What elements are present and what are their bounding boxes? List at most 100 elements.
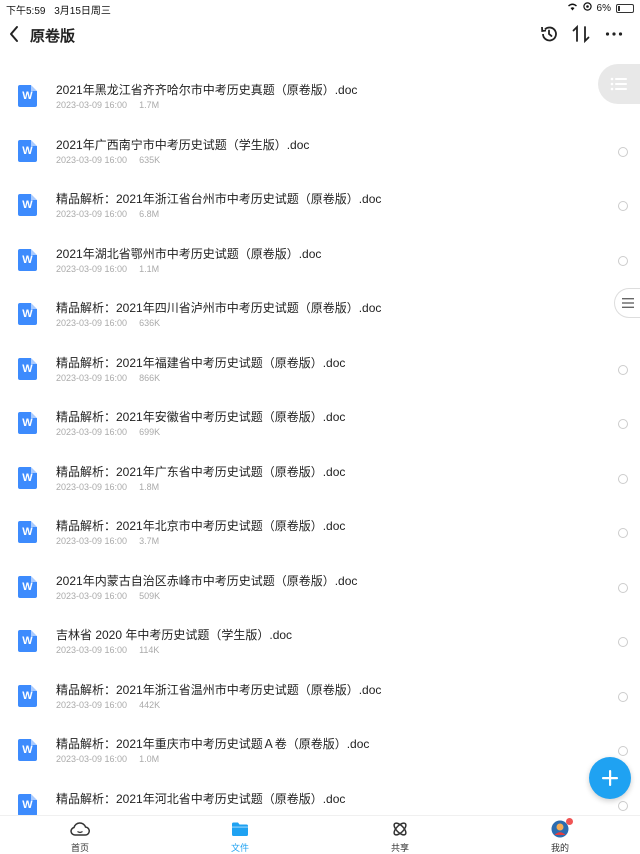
word-doc-icon: W [18,739,37,761]
battery-icon [616,3,634,13]
status-time: 下午5:59 [6,6,46,17]
word-doc-icon: W [18,194,37,216]
file-meta: 2023-03-09 16:00 635K [56,155,160,165]
file-row[interactable]: W 精品解析：2021年四川省泸州市中考历史试题（原卷版）.doc 2023-0… [0,291,640,346]
file-size: 1.1M [139,264,160,274]
file-name: 吉林省 2020 年中考历史试题（学生版）.doc [56,628,293,642]
file-name: 精品解析：2021年河北省中考历史试题（原卷版）.doc [56,792,346,806]
word-doc-icon: W [18,794,37,815]
file-row[interactable]: W 精品解析：2021年安徽省中考历史试题（原卷版）.doc 2023-03-0… [0,400,640,455]
file-name: 精品解析：2021年福建省中考历史试题（原卷版）.doc [56,356,346,370]
side-panel-tab[interactable] [598,64,640,104]
word-doc-icon: W [18,412,37,434]
header: 原卷版 [0,18,640,52]
word-doc-icon: W [18,358,37,380]
file-meta: 2023-03-09 16:00 636K [56,318,160,328]
word-doc-icon: W [18,630,37,652]
file-meta: 2023-03-09 16:00 866K [56,373,160,383]
nav-files-label: 文件 [230,843,249,853]
plus-icon [602,770,618,786]
file-row[interactable]: W 精品解析：2021年河北省中考历史试题（原卷版）.doc [0,782,640,815]
file-size: 6.8M [139,209,160,219]
share-icon [393,822,407,836]
select-radio[interactable] [618,801,628,811]
select-radio[interactable] [618,692,628,702]
folder-icon [232,822,248,836]
file-size: 509K [139,591,161,601]
file-row[interactable]: W 2021年内蒙古自治区赤峰市中考历史试题（原卷版）.doc 2023-03-… [0,564,640,619]
word-doc-icon: W [18,140,37,162]
more-button[interactable] [603,23,625,45]
file-name: 精品解析：2021年北京市中考历史试题（原卷版）.doc [56,519,346,533]
select-radio[interactable] [618,474,628,484]
file-date: 2023-03-09 16:00 [56,264,128,274]
word-doc-icon: W [18,685,37,707]
back-button[interactable] [8,22,26,44]
select-radio[interactable] [618,637,628,647]
status-icons: 6% [567,2,634,14]
page-title: 原卷版 [30,28,76,45]
select-radio[interactable] [618,528,628,538]
battery-percent: 6% [596,2,611,14]
file-list: W 2021年黑龙江省齐齐哈尔市中考历史真题（原卷版）.doc 2023-03-… [0,55,640,815]
select-radio[interactable] [618,256,628,266]
add-button[interactable] [589,757,631,799]
file-row[interactable]: W 吉林省 2020 年中考历史试题（学生版）.doc 2023-03-09 1… [0,618,640,673]
select-radio[interactable] [618,201,628,211]
file-meta: 2023-03-09 16:00 1.1M [56,264,159,274]
nav-share[interactable]: 共享 [370,820,430,854]
file-row[interactable]: W 2021年广西南宁市中考历史试题（学生版）.doc 2023-03-09 1… [0,128,640,183]
word-doc-icon: W [18,467,37,489]
file-meta: 2023-03-09 16:00 1.0M [56,754,159,764]
select-radio[interactable] [618,746,628,756]
file-size: 114K [139,645,160,655]
file-name: 精品解析：2021年重庆市中考历史试题Ａ卷（原卷版）.doc [56,737,370,751]
file-date: 2023-03-09 16:00 [56,427,128,437]
bottom-nav: 首页 文件 共享 我的 [0,815,640,853]
nav-home[interactable]: 首页 [50,820,110,854]
file-date: 2023-03-09 16:00 [56,536,128,546]
file-row[interactable]: W 精品解析：2021年重庆市中考历史试题Ａ卷（原卷版）.doc 2023-03… [0,727,640,782]
file-meta: 2023-03-09 16:00 699K [56,427,160,437]
nav-files[interactable]: 文件 [210,820,270,854]
file-row[interactable]: W 2021年湖北省鄂州市中考历史试题（原卷版）.doc 2023-03-09 … [0,237,640,292]
file-size: 866K [139,373,161,383]
file-date: 2023-03-09 16:00 [56,700,128,710]
sort-button[interactable] [570,23,592,45]
file-size: 636K [139,318,161,328]
file-row[interactable]: W 精品解析：2021年浙江省温州市中考历史试题（原卷版）.doc 2023-0… [0,673,640,728]
word-doc-icon: W [18,249,37,271]
file-meta: 2023-03-09 16:00 1.7M [56,100,159,110]
nav-mine-label: 我的 [550,843,569,853]
file-row[interactable]: W 精品解析：2021年广东省中考历史试题（原卷版）.doc 2023-03-0… [0,455,640,510]
file-row[interactable]: W 精品解析：2021年福建省中考历史试题（原卷版）.doc 2023-03-0… [0,346,640,401]
file-row[interactable]: W 2021年黑龙江省齐齐哈尔市中考历史真题（原卷版）.doc 2023-03-… [0,73,640,128]
select-radio[interactable] [618,419,628,429]
select-radio[interactable] [618,365,628,375]
location-icon [582,2,592,14]
side-drawer-handle[interactable] [614,288,640,318]
history-icon [541,26,557,42]
status-bar: 下午5:59 3月15日周三 6% [0,0,640,17]
file-name: 精品解析：2021年浙江省台州市中考历史试题（原卷版）.doc [56,192,382,206]
file-row[interactable]: W 精品解析：2021年浙江省台州市中考历史试题（原卷版）.doc 2023-0… [0,182,640,237]
file-size: 1.0M [139,754,160,764]
word-doc-icon: W [18,521,37,543]
file-name: 精品解析：2021年广东省中考历史试题（原卷版）.doc [56,465,346,479]
select-radio[interactable] [618,583,628,593]
file-date: 2023-03-09 16:00 [56,754,128,764]
file-name: 2021年广西南宁市中考历史试题（学生版）.doc [56,138,310,152]
file-row[interactable]: W 精品解析：2021年北京市中考历史试题（原卷版）.doc 2023-03-0… [0,509,640,564]
word-doc-icon: W [18,576,37,598]
file-date: 2023-03-09 16:00 [56,209,128,219]
select-radio[interactable] [618,147,628,157]
file-size: 1.8M [139,482,160,492]
file-name: 精品解析：2021年四川省泸州市中考历史试题（原卷版）.doc [56,301,382,315]
wifi-icon [567,2,578,14]
history-button[interactable] [538,23,560,45]
file-meta: 2023-03-09 16:00 6.8M [56,209,159,219]
nav-home-label: 首页 [70,843,89,853]
file-name: 2021年内蒙古自治区赤峰市中考历史试题（原卷版）.doc [56,574,358,588]
nav-mine[interactable]: 我的 [530,818,590,854]
file-meta: 2023-03-09 16:00 509K [56,591,160,601]
